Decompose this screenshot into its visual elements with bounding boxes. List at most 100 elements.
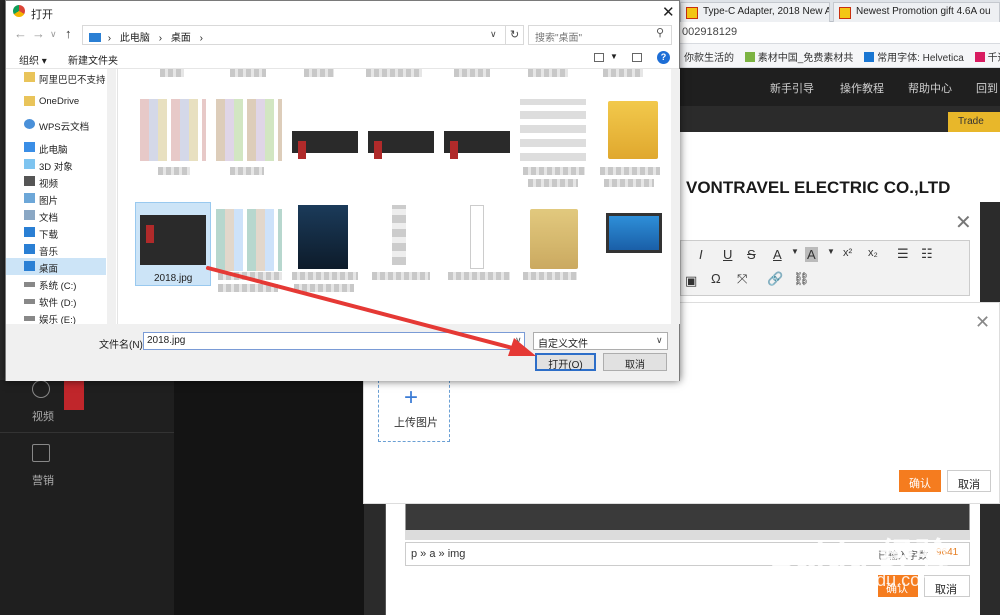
nav-item-wps[interactable]: WPS云文档 — [6, 116, 106, 133]
bulleted-list-icon[interactable]: ☰ — [897, 246, 909, 262]
chevron-down-icon[interactable]: ▼ — [610, 52, 618, 61]
nav-scrollbar[interactable] — [107, 69, 116, 324]
file-thumbnail[interactable] — [368, 121, 434, 163]
folder-icon[interactable] — [608, 101, 658, 159]
strikethrough-button[interactable]: S — [747, 247, 756, 262]
bookmark-item[interactable]: 千通彩色 — [971, 44, 1000, 64]
tab-favicon-icon — [686, 7, 698, 19]
image-icon[interactable]: ▣ — [685, 273, 697, 289]
unlink-icon[interactable]: ⛓ — [793, 271, 810, 287]
nav-item-documents[interactable]: 文档 — [6, 207, 106, 224]
folder-icon — [24, 96, 35, 106]
file-thumbnail[interactable] — [444, 121, 510, 163]
nav-item-onedrive[interactable]: OneDrive — [6, 93, 106, 110]
underline-button[interactable]: U — [723, 247, 732, 262]
close-icon[interactable]: ✕ — [955, 210, 972, 235]
subscript-button[interactable]: x₂ — [868, 247, 878, 259]
organize-button[interactable]: 组织 ▾ — [19, 52, 47, 67]
breadcrumb-item[interactable]: 桌面 — [171, 33, 191, 44]
search-input[interactable]: 搜索"桌面" — [528, 25, 672, 45]
italic-button[interactable]: I — [699, 247, 703, 262]
close-icon[interactable]: ✕ — [975, 312, 990, 333]
back-arrow-icon[interactable]: ← — [14, 26, 27, 41]
selected-file-thumbnail[interactable] — [140, 215, 206, 265]
open-button[interactable]: 打开(O) — [535, 353, 596, 371]
nav-item-desktop[interactable]: 桌面 — [6, 258, 106, 275]
file-list-scrollbar[interactable] — [671, 69, 680, 324]
file-thumbnail[interactable] — [140, 99, 206, 161]
browser-tab-strip: Type-C Adapter, 2018 New Arri Newest Pro… — [680, 0, 1000, 22]
view-options-icon[interactable] — [594, 53, 604, 62]
breadcrumb[interactable]: › 此电脑 › 桌面 › — [82, 25, 506, 45]
chevron-down-icon[interactable]: ▼ — [791, 247, 799, 256]
upload-label: 上传图片 — [394, 417, 438, 429]
nav-label: 3D 对象 — [39, 162, 73, 173]
numbered-list-icon[interactable]: ☷ — [921, 246, 933, 262]
special-char-icon[interactable]: Ω — [711, 271, 721, 286]
nav-item[interactable]: 新手引导 — [770, 80, 814, 96]
cancel-button[interactable]: 取消 — [603, 353, 667, 371]
superscript-button[interactable]: x² — [843, 247, 852, 259]
preview-pane-icon[interactable] — [632, 53, 642, 62]
nav-item-videos[interactable]: 视频 — [6, 173, 106, 190]
link-icon[interactable]: 🔗 — [767, 271, 783, 287]
nav-item-3d[interactable]: 3D 对象 — [6, 156, 106, 173]
browser-tab[interactable]: Type-C Adapter, 2018 New Arri — [680, 2, 830, 22]
sidebar-item-video[interactable]: 视频 — [32, 408, 54, 424]
address-bar[interactable]: 002918129 — [680, 22, 1000, 44]
nav-item-this-pc[interactable]: 此电脑 — [6, 139, 106, 156]
file-thumbnail[interactable] — [298, 205, 348, 269]
nav-item-downloads[interactable]: 下载 — [6, 224, 106, 241]
dialog-title: 打开 — [31, 9, 53, 21]
refresh-icon[interactable]: ↻ — [506, 25, 524, 45]
help-icon[interactable]: ? — [657, 51, 670, 64]
nav-item-drive-c[interactable]: 系统 (C:) — [6, 275, 106, 292]
nav-item[interactable]: 帮助中心 — [908, 80, 952, 96]
chevron-down-icon[interactable]: ∨ — [50, 29, 57, 40]
tab-favicon-icon — [839, 7, 851, 19]
chevron-down-icon[interactable]: ∨ — [656, 335, 663, 346]
highlight-color-button[interactable]: A — [805, 247, 818, 262]
folder-icon — [24, 72, 35, 82]
nav-item-drive-d[interactable]: 软件 (D:) — [6, 292, 106, 309]
upload-cancel-button[interactable]: 取消 — [947, 470, 991, 492]
trade-badge[interactable]: Trade — [948, 112, 1000, 132]
font-color-button[interactable]: A — [773, 247, 782, 262]
chevron-down-icon[interactable]: ∨ — [515, 335, 522, 346]
bookmark-item[interactable]: 你款生活的 — [680, 44, 738, 64]
fullscreen-icon[interactable]: ⤧ — [737, 271, 747, 287]
file-label — [366, 69, 422, 77]
filename-input[interactable]: 2018.jpg — [143, 332, 525, 350]
file-thumbnail[interactable] — [216, 209, 282, 271]
browser-tab[interactable]: Newest Promotion gift 4.6A ou — [833, 2, 1000, 22]
search-icon[interactable]: ⚲ — [656, 26, 664, 39]
bookmark-icon — [864, 52, 875, 62]
file-thumbnail[interactable] — [292, 121, 358, 163]
close-icon[interactable]: ✕ — [662, 3, 675, 21]
file-thumbnail[interactable] — [470, 205, 484, 269]
file-thumbnail[interactable] — [520, 99, 586, 161]
sidebar-item-marketing[interactable]: 营销 — [32, 472, 54, 488]
new-folder-button[interactable]: 新建文件夹 — [68, 52, 118, 67]
upload-ok-button[interactable]: 确认 — [899, 470, 941, 492]
bookmark-item[interactable]: 常用字体: Helvetica — [860, 44, 968, 64]
forward-arrow-icon[interactable]: → — [32, 26, 45, 41]
nav-item[interactable]: 回到 — [976, 80, 998, 96]
nav-item-pictures[interactable]: 图片 — [6, 190, 106, 207]
chevron-down-icon[interactable]: ▼ — [827, 247, 835, 256]
bookmark-item[interactable]: 素材中国_免费素材共 — [741, 44, 858, 64]
chevron-down-icon[interactable]: ∨ — [490, 29, 497, 40]
filetype-select[interactable]: 自定义文件 — [533, 332, 668, 350]
up-arrow-icon[interactable]: ↑ — [65, 26, 72, 41]
watermark-url: jingyan.baidu.com — [790, 570, 936, 590]
file-thumbnail[interactable] — [392, 205, 406, 265]
folder-icon[interactable] — [530, 209, 578, 269]
file-thumbnail[interactable] — [216, 99, 282, 161]
breadcrumb-item[interactable]: 此电脑 — [120, 33, 150, 44]
nav-item-alibaba[interactable]: 阿里巴巴不支持 — [6, 69, 106, 86]
file-label — [523, 272, 577, 280]
nav-item-drive-e[interactable]: 娱乐 (E:) — [6, 309, 106, 324]
nav-item[interactable]: 操作教程 — [840, 80, 884, 96]
nav-item-music[interactable]: 音乐 — [6, 241, 106, 258]
computer-icon[interactable] — [606, 213, 662, 253]
